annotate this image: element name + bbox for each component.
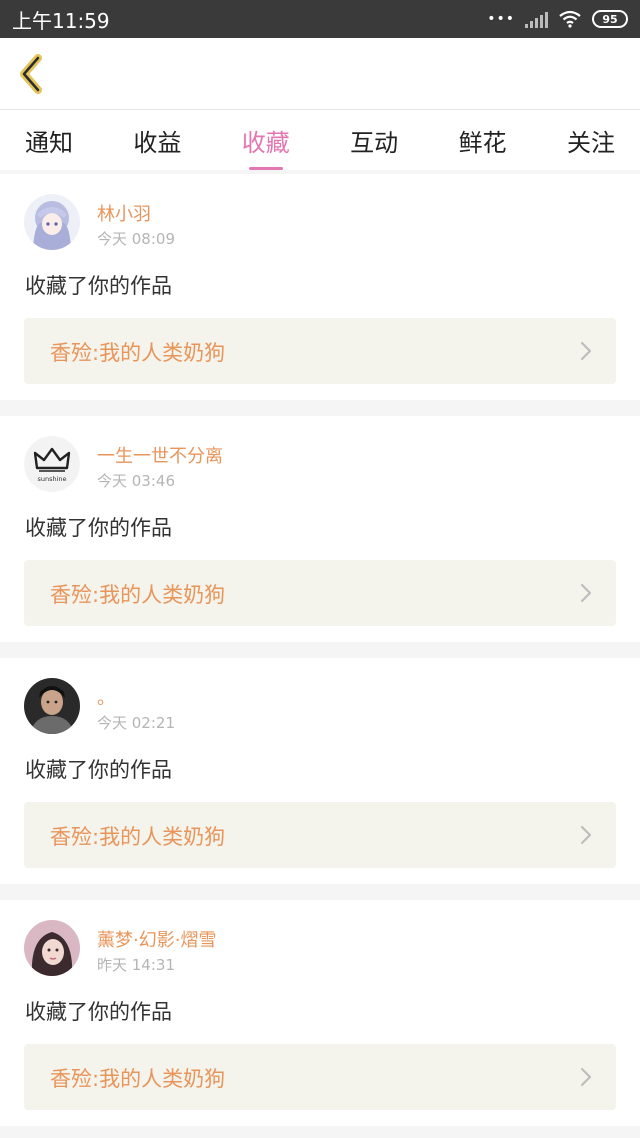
status-icons: ••• 95 — [487, 10, 628, 28]
notification-card: 薰梦·幻影·熠雪 昨天 14:31 收藏了你的作品 香殓:我的人类奶狗 — [0, 900, 640, 1126]
username[interactable]: 。 — [97, 684, 115, 710]
work-link[interactable]: 香殓:我的人类奶狗 — [24, 1044, 616, 1110]
signal-dots: ••• — [487, 11, 515, 27]
avatar[interactable]: sunshine — [24, 436, 80, 492]
chevron-right-icon — [580, 583, 592, 603]
avatar[interactable] — [24, 194, 80, 250]
timestamp: 今天 02:21 — [97, 714, 175, 732]
top-bar — [0, 38, 640, 110]
action-text: 收藏了你的作品 — [25, 274, 172, 298]
tab-earnings[interactable]: 收益 — [133, 123, 181, 158]
timestamp: 今天 03:46 — [97, 472, 175, 490]
tab-notifications[interactable]: 通知 — [25, 123, 73, 158]
chevron-right-icon — [580, 341, 592, 361]
username[interactable]: 一生一世不分离 — [97, 442, 223, 468]
status-time: 上午11:59 — [12, 8, 110, 33]
work-title: 香殓:我的人类奶狗 — [50, 341, 226, 365]
username[interactable]: 林小羽 — [97, 200, 151, 226]
chevron-left-icon[interactable] — [14, 54, 48, 94]
timestamp: 今天 08:09 — [97, 230, 175, 248]
chevron-right-icon — [580, 825, 592, 845]
avatar[interactable] — [24, 678, 80, 734]
work-link[interactable]: 香殓:我的人类奶狗 — [24, 802, 616, 868]
tab-interaction[interactable]: 互动 — [350, 123, 398, 158]
action-text: 收藏了你的作品 — [25, 516, 172, 540]
wifi-icon — [559, 10, 581, 28]
work-title: 香殓:我的人类奶狗 — [50, 583, 226, 607]
tab-flowers[interactable]: 鲜花 — [459, 123, 507, 158]
work-link[interactable]: 香殓:我的人类奶狗 — [24, 318, 616, 384]
status-bar: 上午11:59 ••• 95 — [0, 0, 640, 38]
avatar[interactable] — [24, 920, 80, 976]
timestamp: 昨天 14:31 — [97, 956, 175, 974]
notification-card: 。 今天 02:21 收藏了你的作品 香殓:我的人类奶狗 — [0, 658, 640, 884]
action-text: 收藏了你的作品 — [25, 1000, 172, 1024]
work-title: 香殓:我的人类奶狗 — [50, 1067, 226, 1091]
work-title: 香殓:我的人类奶狗 — [50, 825, 226, 849]
tab-favorites[interactable]: 收藏 — [242, 123, 290, 158]
avatar-text: sunshine — [37, 475, 66, 483]
notification-card: sunshine 一生一世不分离 今天 03:46 收藏了你的作品 香殓:我的人… — [0, 416, 640, 642]
chevron-right-icon — [580, 1067, 592, 1087]
work-link[interactable]: 香殓:我的人类奶狗 — [24, 560, 616, 626]
username[interactable]: 薰梦·幻影·熠雪 — [97, 926, 216, 952]
notification-card: 林小羽 今天 08:09 收藏了你的作品 香殓:我的人类奶狗 — [0, 174, 640, 400]
tab-bar: 通知 收益 收藏 互动 鲜花 关注 — [0, 110, 640, 170]
tab-follow[interactable]: 关注 — [567, 123, 615, 158]
action-text: 收藏了你的作品 — [25, 758, 172, 782]
battery-icon: 95 — [592, 10, 628, 28]
signal-icon — [525, 10, 548, 28]
